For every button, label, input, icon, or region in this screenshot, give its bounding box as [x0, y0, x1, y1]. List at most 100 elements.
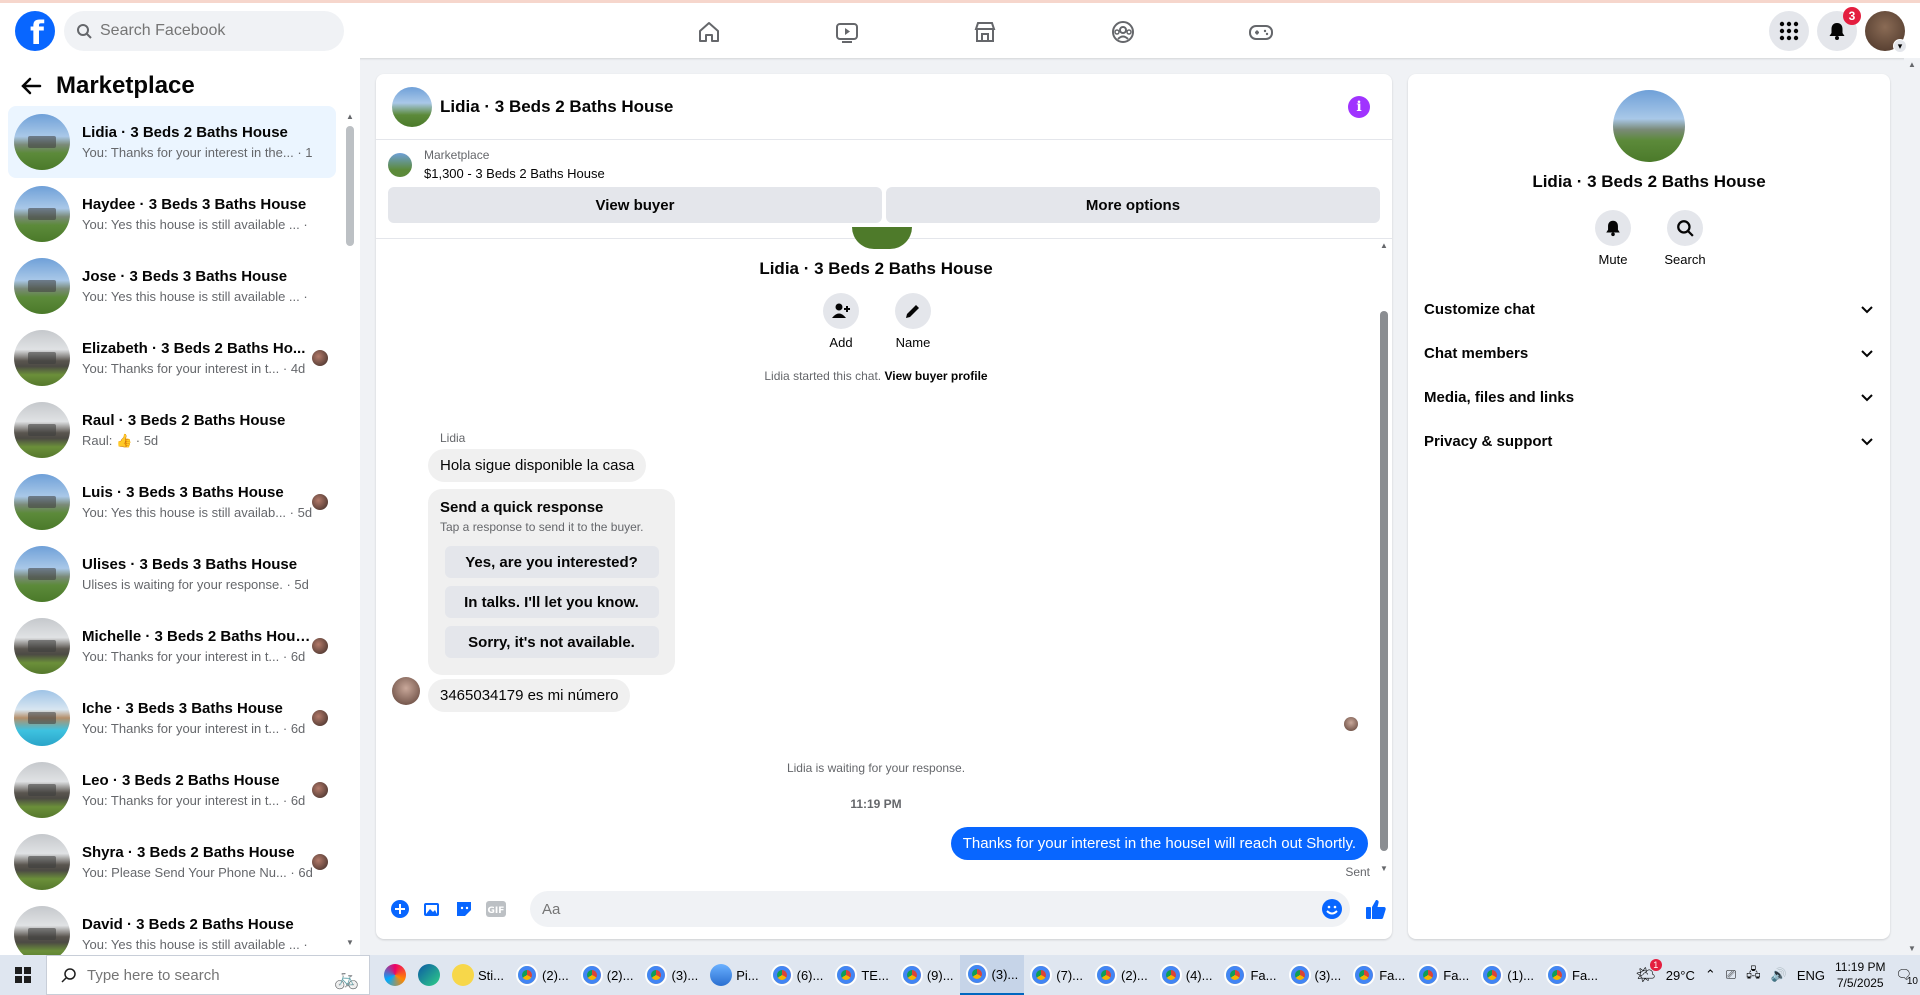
search-in-chat-button[interactable]: Search	[1664, 210, 1706, 267]
taskbar-app-button[interactable]: TE...	[829, 955, 894, 995]
scroll-up-icon[interactable]: ▲	[346, 112, 354, 121]
scroll-down-icon[interactable]: ▼	[1380, 864, 1388, 873]
language-indicator[interactable]: ENG	[1797, 968, 1825, 983]
volume-icon[interactable]: 🔊	[1771, 967, 1787, 983]
chat-members-section[interactable]: Chat members	[1408, 331, 1890, 375]
weather-icon[interactable]: 🌤 1	[1635, 959, 1662, 985]
like-thumb-icon[interactable]	[1360, 893, 1392, 925]
chat-title[interactable]: Lidia · 3 Beds 2 Baths House	[440, 97, 673, 117]
network-icon[interactable]: 🖧	[1746, 964, 1761, 986]
nav-groups-icon[interactable]	[1054, 11, 1192, 53]
facebook-logo-icon[interactable]: f	[15, 11, 55, 51]
emoji-icon[interactable]	[1320, 897, 1344, 921]
conversation-item[interactable]: Jose · 3 Beds 3 Baths House You: Yes this…	[8, 250, 336, 322]
windows-start-button[interactable]	[0, 955, 46, 995]
listing-summary[interactable]: Marketplace $1,300 - 3 Beds 2 Baths Hous…	[376, 140, 1392, 181]
nav-marketplace-icon[interactable]	[916, 11, 1054, 53]
notifications-button[interactable]: 3	[1817, 7, 1861, 51]
taskbar-app-button[interactable]: (6)...	[765, 955, 830, 995]
privacy-support-section[interactable]: Privacy & support	[1408, 419, 1890, 463]
sidebar-scroll-thumb[interactable]	[346, 126, 354, 246]
quick-response-yes[interactable]: Yes, are you interested?	[444, 546, 659, 578]
taskbar-app-button[interactable]: Fa...	[1411, 955, 1475, 995]
conversation-item[interactable]: Raul · 3 Beds 2 Baths House Raul: 👍 · 5d	[8, 394, 336, 466]
info-icon[interactable]: i	[1348, 96, 1370, 118]
taskbar-app-button[interactable]: (7)...	[1024, 955, 1089, 995]
taskbar-search[interactable]: 🚲	[46, 955, 370, 995]
taskbar-app-button[interactable]: (2)...	[510, 955, 575, 995]
scroll-up-icon[interactable]: ▲	[1380, 241, 1388, 250]
search-facebook-box[interactable]	[64, 11, 344, 51]
customize-chat-section[interactable]: Customize chat	[1408, 287, 1890, 331]
chat-scrollbar[interactable]: ▲ ▼	[1380, 241, 1388, 873]
conversation-item[interactable]: Michelle · 3 Beds 2 Baths House You: Than…	[8, 610, 336, 682]
conversation-item[interactable]: Iche · 3 Beds 3 Baths House You: Thanks f…	[8, 682, 336, 754]
taskbar-app-button[interactable]: (3)...	[639, 955, 704, 995]
name-button[interactable]: Name	[888, 293, 938, 350]
taskbar-app-button[interactable]: (4)...	[1154, 955, 1219, 995]
outgoing-message[interactable]: Thanks for your interest in the houseI w…	[950, 827, 1368, 860]
message-input-box[interactable]	[530, 891, 1350, 927]
scroll-down-icon[interactable]: ▼	[1908, 944, 1916, 953]
incoming-message[interactable]: 3465034179 es mi número	[428, 679, 631, 712]
tray-chevron-up-icon[interactable]: ⌃	[1705, 967, 1716, 983]
back-arrow-icon[interactable]	[20, 75, 42, 97]
view-buyer-profile-link[interactable]: View buyer profile	[884, 369, 987, 383]
chat-avatar[interactable]	[392, 86, 432, 127]
scroll-down-icon[interactable]: ▼	[346, 938, 354, 947]
scroll-up-icon[interactable]: ▲	[1908, 60, 1916, 69]
mute-button[interactable]: Mute	[1595, 210, 1631, 267]
photo-icon[interactable]	[416, 893, 448, 925]
meet-now-icon[interactable]: ⎚	[1726, 967, 1736, 983]
taskbar-app-button[interactable]: (9)...	[895, 955, 960, 995]
conversation-item[interactable]: Elizabeth · 3 Beds 2 Baths Ho... You: Tha…	[8, 322, 336, 394]
view-buyer-button[interactable]: View buyer	[388, 187, 882, 223]
taskbar-app-button[interactable]: Sti...	[446, 955, 510, 995]
message-input[interactable]	[542, 900, 1302, 918]
copilot-icon[interactable]	[378, 955, 412, 995]
sticker-icon[interactable]	[448, 893, 480, 925]
taskbar-app-button[interactable]: (3)...	[959, 955, 1025, 995]
more-options-button[interactable]: More options	[886, 187, 1380, 223]
taskbar-app-button[interactable]: (2)...	[575, 955, 640, 995]
conversation-item[interactable]: Ulises · 3 Beds 3 Baths House Ulises is w…	[8, 538, 336, 610]
taskbar-app-button[interactable]: Pi...	[704, 955, 764, 995]
conversation-item[interactable]: Shyra · 3 Beds 2 Baths House You: Please …	[8, 826, 336, 898]
taskbar-app-button[interactable]: (3)...	[1283, 955, 1348, 995]
media-files-links-section[interactable]: Media, files and links	[1408, 375, 1890, 419]
conversation-item[interactable]: Lidia · 3 Beds 2 Baths House You: Thanks …	[8, 106, 336, 178]
taskbar-app-button[interactable]: Fa...	[1540, 955, 1604, 995]
taskbar-app-label: Fa...	[1250, 967, 1277, 983]
quick-response-not-available[interactable]: Sorry, it's not available.	[444, 626, 659, 658]
weather-temp[interactable]: 29°C	[1666, 968, 1695, 983]
search-facebook-input[interactable]	[100, 22, 320, 40]
info-avatar[interactable]	[1613, 90, 1685, 162]
page-scrollbar[interactable]: ▲ ▼	[1904, 58, 1920, 955]
menu-grid-button[interactable]	[1769, 11, 1809, 51]
taskbar-search-input[interactable]	[87, 966, 257, 984]
notification-center-icon[interactable]: 🗨 10	[1895, 967, 1918, 987]
taskbar-app-button[interactable]: Fa...	[1347, 955, 1411, 995]
edge-icon[interactable]	[412, 955, 446, 995]
taskbar-app-button[interactable]: (2)...	[1089, 955, 1154, 995]
taskbar-app-button[interactable]: (1)...	[1475, 955, 1540, 995]
nav-home-icon[interactable]	[640, 11, 778, 53]
account-avatar[interactable]: ▾	[1865, 11, 1907, 53]
nav-gaming-icon[interactable]	[1192, 11, 1330, 53]
conversation-title: Haydee · 3 Beds 3 Baths House	[82, 196, 307, 213]
nav-watch-icon[interactable]	[778, 11, 916, 53]
chat-scroll-thumb[interactable]	[1380, 311, 1388, 851]
windows-taskbar: 🚲 Sti... (2)... (2)... (3)... Pi... (6)... TE.…	[0, 955, 1920, 995]
add-button[interactable]: Add	[816, 293, 866, 350]
sender-avatar[interactable]	[392, 677, 420, 705]
more-actions-icon[interactable]	[384, 893, 416, 925]
sidebar-scrollbar[interactable]: ▲ ▼	[346, 112, 354, 947]
taskbar-app-button[interactable]: Fa...	[1218, 955, 1282, 995]
system-clock[interactable]: 11:19 PM 7/5/2025	[1835, 959, 1885, 991]
gif-icon[interactable]: GIF	[480, 893, 512, 925]
quick-response-in-talks[interactable]: In talks. I'll let you know.	[444, 586, 659, 618]
incoming-message[interactable]: Hola sigue disponible la casa	[428, 449, 647, 482]
conversation-item[interactable]: Luis · 3 Beds 3 Baths House You: Yes this…	[8, 466, 336, 538]
conversation-item[interactable]: Haydee · 3 Beds 3 Baths House You: Yes th…	[8, 178, 336, 250]
conversation-item[interactable]: Leo · 3 Beds 2 Baths House You: Thanks fo…	[8, 754, 336, 826]
